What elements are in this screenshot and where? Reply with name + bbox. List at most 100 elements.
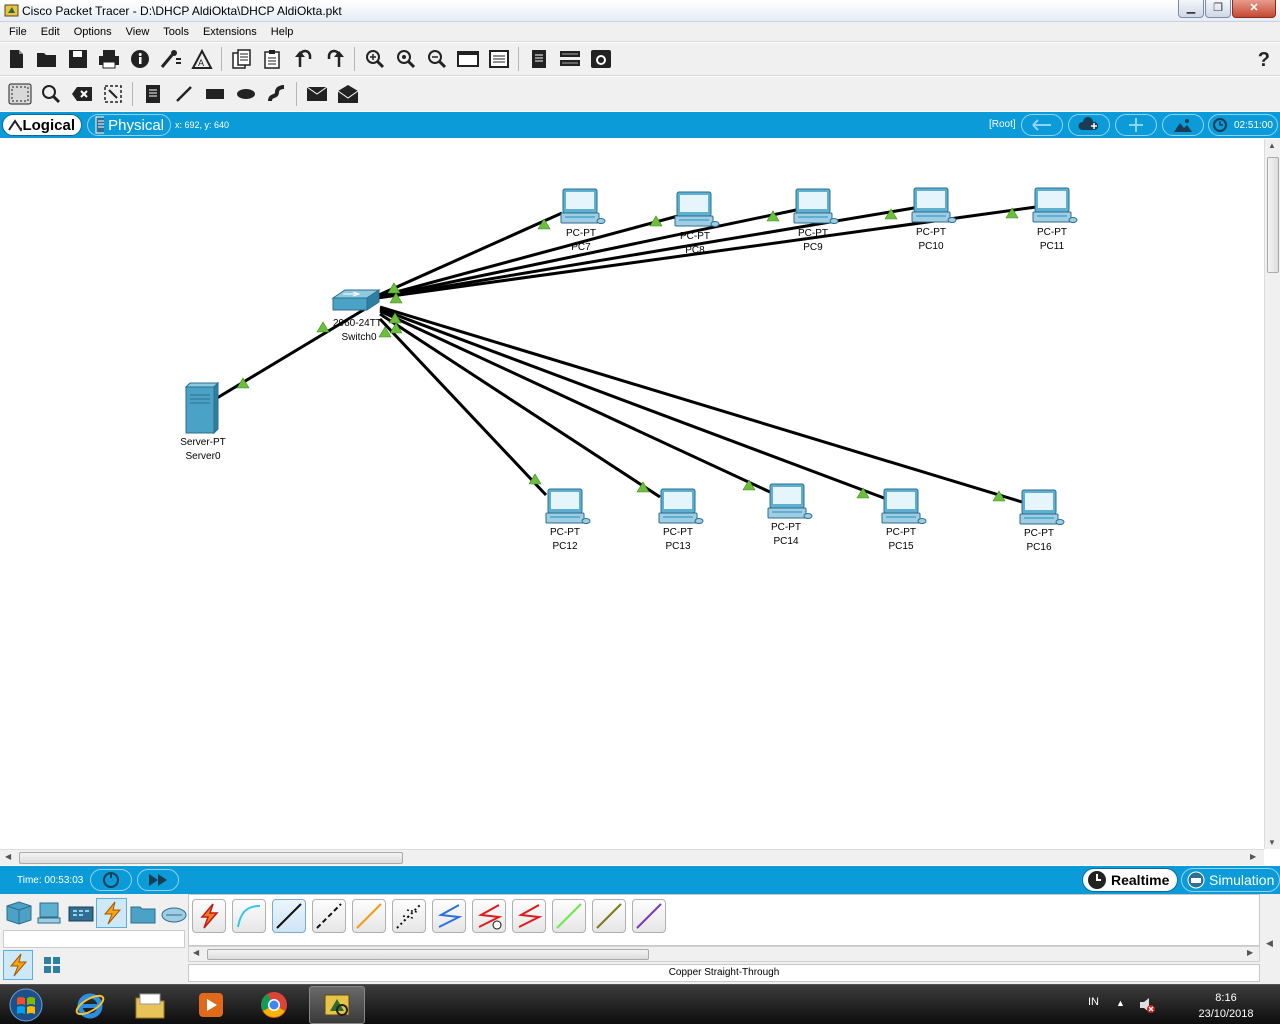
copper-straight-through-icon[interactable] xyxy=(272,899,306,933)
custom-device-icon[interactable] xyxy=(483,44,514,75)
tab-logical[interactable]: Logical xyxy=(2,114,82,136)
multiuser-icon[interactable] xyxy=(158,898,189,928)
switch-icon[interactable] xyxy=(331,289,381,311)
save-icon[interactable] xyxy=(62,44,93,75)
activity-wizard-icon[interactable]: A xyxy=(186,44,217,75)
packet-tracer-taskbar-icon[interactable] xyxy=(309,986,365,1024)
system-clock[interactable]: 8:16 23/10/2018 xyxy=(1186,990,1266,1022)
zoom-reset-icon[interactable] xyxy=(390,44,421,75)
root-label[interactable]: [Root] xyxy=(989,119,1016,130)
tab-simulation[interactable]: Simulation xyxy=(1181,868,1280,892)
pc-icon[interactable] xyxy=(793,188,839,224)
speaker-muted-icon[interactable] xyxy=(1138,996,1156,1014)
scroll-left-arrow[interactable]: ◀ xyxy=(193,948,199,957)
set-background-button[interactable] xyxy=(1162,114,1204,136)
zoom-out-icon[interactable] xyxy=(421,44,452,75)
copy-icon[interactable] xyxy=(226,44,257,75)
simple-pdu-icon[interactable] xyxy=(301,79,332,110)
scroll-up-arrow[interactable]: ▲ xyxy=(1268,141,1276,150)
scroll-down-arrow[interactable]: ▼ xyxy=(1268,838,1276,847)
pc-icon[interactable] xyxy=(658,488,704,524)
octal-cable-icon[interactable] xyxy=(552,899,586,933)
logical-workspace-canvas[interactable]: 2960-24TT Switch0 Server-PT Server0 PC-P… xyxy=(0,139,1264,849)
serial-dce-icon[interactable] xyxy=(472,899,506,933)
language-indicator[interactable]: IN xyxy=(1088,996,1099,1008)
viewport-clock[interactable]: 02:51:00 xyxy=(1208,114,1278,136)
paste-icon[interactable] xyxy=(257,44,288,75)
scroll-right-arrow[interactable]: ▶ xyxy=(1250,852,1256,861)
drawing-palette-icon[interactable] xyxy=(452,44,483,75)
pc-icon[interactable] xyxy=(1019,489,1065,525)
start-button[interactable] xyxy=(6,987,46,1023)
new-cluster-button[interactable] xyxy=(1068,114,1110,136)
grid-view-icon[interactable] xyxy=(37,950,67,980)
redo-icon[interactable] xyxy=(319,44,350,75)
cable-scrollbar[interactable]: ◀ ▶ xyxy=(188,946,1260,962)
close-button[interactable]: ✕ xyxy=(1232,0,1276,18)
open-icon[interactable] xyxy=(31,44,62,75)
chrome-icon[interactable] xyxy=(246,986,302,1024)
scroll-left-arrow[interactable]: ◀ xyxy=(5,852,11,861)
zoom-in-icon[interactable] xyxy=(359,44,390,75)
pc-icon[interactable] xyxy=(545,488,591,524)
scroll-thumb[interactable] xyxy=(1267,157,1279,273)
menu-tools[interactable]: Tools xyxy=(156,26,196,38)
file-explorer-icon[interactable] xyxy=(122,986,178,1024)
connections-subtype-icon[interactable] xyxy=(3,950,33,980)
internet-explorer-icon[interactable] xyxy=(62,986,118,1024)
network-devices-icon[interactable] xyxy=(3,898,34,928)
fiber-icon[interactable] xyxy=(352,899,386,933)
pc-icon[interactable] xyxy=(560,188,606,224)
components-icon[interactable] xyxy=(65,898,96,928)
line-icon[interactable] xyxy=(168,79,199,110)
viewport-icon[interactable] xyxy=(523,44,554,75)
pc-icon[interactable] xyxy=(1032,187,1078,223)
menu-help[interactable]: Help xyxy=(264,26,301,38)
freeform-icon[interactable] xyxy=(261,79,292,110)
console-cable-icon[interactable] xyxy=(232,899,266,933)
minimize-button[interactable]: ▁ xyxy=(1178,0,1204,18)
tab-physical[interactable]: Physical xyxy=(87,114,171,136)
menu-extensions[interactable]: Extensions xyxy=(196,26,264,38)
menu-edit[interactable]: Edit xyxy=(34,26,67,38)
move-object-button[interactable] xyxy=(1115,114,1157,136)
print-icon[interactable] xyxy=(93,44,124,75)
pc-icon[interactable] xyxy=(767,483,813,519)
canvas-horizontal-scrollbar[interactable]: ◀ ▶ xyxy=(0,849,1264,865)
menu-file[interactable]: File xyxy=(2,26,34,38)
miscellaneous-icon[interactable] xyxy=(127,898,158,928)
new-icon[interactable] xyxy=(0,44,31,75)
link-switch0-pc15[interactable] xyxy=(379,307,885,500)
scroll-thumb[interactable] xyxy=(19,852,403,864)
fast-forward-button[interactable] xyxy=(137,869,179,891)
usb-cable-icon[interactable] xyxy=(632,899,666,933)
rectangle-icon[interactable] xyxy=(199,79,230,110)
serial-dte-icon[interactable] xyxy=(512,899,546,933)
resize-icon[interactable] xyxy=(97,79,128,110)
media-player-icon[interactable] xyxy=(183,986,239,1024)
pc-icon[interactable] xyxy=(881,488,927,524)
maximize-button[interactable]: ❐ xyxy=(1205,0,1231,18)
connections-icon[interactable] xyxy=(96,898,127,928)
cluster-icon[interactable] xyxy=(554,44,585,75)
server-icon[interactable] xyxy=(184,381,220,435)
pc-icon[interactable] xyxy=(911,187,957,223)
end-devices-icon[interactable] xyxy=(34,898,65,928)
pc-icon[interactable] xyxy=(674,191,720,227)
scroll-right-arrow[interactable]: ▶ xyxy=(1247,948,1253,957)
show-hidden-icons-arrow[interactable]: ▲ xyxy=(1116,998,1125,1008)
menu-options[interactable]: Options xyxy=(67,26,119,38)
coaxial-cable-icon[interactable] xyxy=(432,899,466,933)
link-switch0-pc14[interactable] xyxy=(379,309,771,494)
undo-icon[interactable] xyxy=(288,44,319,75)
copper-cross-over-icon[interactable] xyxy=(312,899,346,933)
power-cycle-button[interactable] xyxy=(90,869,132,891)
ellipse-icon[interactable] xyxy=(230,79,261,110)
delete-icon[interactable] xyxy=(66,79,97,110)
inspect-icon[interactable] xyxy=(35,79,66,110)
scroll-thumb[interactable] xyxy=(207,949,649,960)
iot-cable-icon[interactable] xyxy=(592,899,626,933)
select-icon[interactable] xyxy=(4,79,35,110)
screenshot-icon[interactable] xyxy=(585,44,616,75)
canvas-vertical-scrollbar[interactable]: ▲ ▼ xyxy=(1264,139,1280,849)
